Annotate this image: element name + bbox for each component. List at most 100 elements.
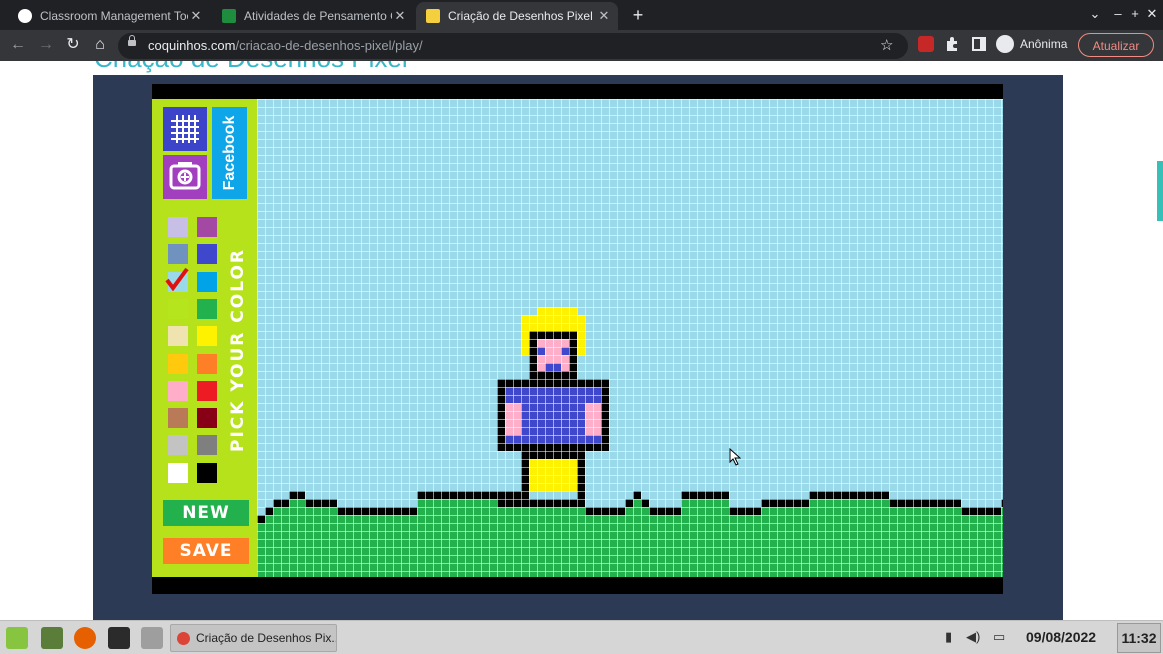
color-swatch[interactable]: [197, 380, 217, 401]
color-swatch[interactable]: [197, 462, 217, 483]
ground-outline: [497, 499, 585, 507]
color-swatch[interactable]: [168, 353, 188, 374]
ground-outline: [649, 507, 681, 515]
update-button[interactable]: Atualizar: [1078, 33, 1154, 57]
camera-icon: [169, 162, 201, 190]
grid-icon: [171, 115, 199, 143]
ground-outline: [681, 491, 729, 499]
tab-classroom-management[interactable]: Classroom Management Too ✕: [8, 2, 210, 30]
back-button[interactable]: ←: [8, 35, 28, 55]
ublock-extension-icon[interactable]: [918, 36, 934, 52]
head-outline: [529, 331, 577, 339]
color-swatch[interactable]: [168, 435, 188, 456]
ground-outline: [585, 507, 625, 515]
grass-fill: [273, 507, 289, 577]
head-outline: [569, 339, 577, 379]
leg-outline: [529, 451, 577, 459]
grass-fill: [641, 507, 649, 577]
color-swatch[interactable]: [197, 271, 217, 292]
body-outline: [497, 379, 609, 387]
tab-criacao-desenhos-pixel[interactable]: Criação de Desenhos Pixel | C ✕: [416, 2, 618, 30]
close-window-button[interactable]: ✕: [1144, 6, 1160, 22]
screenshot-button[interactable]: [163, 155, 207, 199]
clock-display[interactable]: 11:32: [1117, 623, 1161, 653]
taskbar-window-chrome[interactable]: Criação de Desenhos Pix...: [170, 624, 337, 652]
forward-button[interactable]: →: [36, 35, 56, 55]
grass-fill: [625, 507, 633, 577]
ground-outline: [305, 499, 337, 507]
facebook-share-button[interactable]: Facebook: [212, 107, 247, 199]
new-button[interactable]: NEW: [163, 500, 249, 526]
network-icon[interactable]: ▮: [945, 629, 952, 645]
taskbar-window-title: Criação de Desenhos Pix...: [196, 631, 336, 645]
url-text[interactable]: coquinhos.com/criacao-de-desenhos-pixel/…: [148, 38, 423, 53]
head-outline: [537, 371, 569, 379]
eye-pixel: [537, 347, 545, 355]
new-tab-button[interactable]: +: [628, 5, 648, 26]
color-swatch[interactable]: [168, 408, 188, 429]
tab-search-icon[interactable]: ⌄: [1087, 6, 1103, 22]
save-button[interactable]: SAVE: [163, 538, 249, 564]
page-title: Criação de Desenhos Pixel: [94, 61, 408, 74]
hair-pixels: [537, 307, 577, 315]
mint-menu-icon[interactable]: [6, 627, 28, 649]
files-icon[interactable]: [141, 627, 163, 649]
color-swatch[interactable]: [168, 462, 188, 483]
taskbar: Criação de Desenhos Pix... ▮ ◀) ▭ 09/08/…: [0, 620, 1163, 654]
grass-fill: [889, 507, 961, 577]
ground-outline: [761, 499, 809, 507]
terminal-icon[interactable]: [108, 627, 130, 649]
pants-pixels: [529, 459, 577, 491]
address-bar[interactable]: coquinhos.com/criacao-de-desenhos-pixel/…: [118, 33, 908, 59]
close-icon[interactable]: ✕: [392, 8, 408, 24]
grass-fill: [497, 507, 585, 577]
color-swatch[interactable]: [197, 298, 217, 319]
tab-atividades[interactable]: Atividades de Pensamento Co ✕: [212, 2, 414, 30]
maximize-button[interactable]: +: [1127, 6, 1143, 21]
color-swatch[interactable]: [168, 326, 188, 347]
color-swatch[interactable]: [197, 326, 217, 347]
color-swatch[interactable]: [197, 353, 217, 374]
google-icon: [18, 9, 32, 23]
grass-fill: [337, 515, 417, 577]
color-swatch[interactable]: [197, 244, 217, 265]
firefox-icon[interactable]: [74, 627, 96, 649]
grass-fill: [681, 499, 729, 577]
show-desktop-icon[interactable]: [41, 627, 63, 649]
ground-outline: [625, 499, 633, 507]
battery-icon[interactable]: ▭: [993, 629, 1005, 645]
selected-check-icon: [165, 267, 189, 291]
volume-icon[interactable]: ◀): [966, 629, 980, 645]
bookmark-star-icon[interactable]: ☆: [880, 36, 893, 54]
classroom-icon: [222, 9, 236, 23]
minimize-button[interactable]: –: [1110, 6, 1126, 21]
leg-outline: [577, 451, 585, 499]
color-swatch[interactable]: [168, 217, 188, 237]
color-swatch[interactable]: [168, 380, 188, 401]
browser-toolbar: ← → ↻ ⌂ coquinhos.com/criacao-de-desenho…: [0, 30, 1163, 61]
arm-pixels: [505, 403, 521, 435]
grass-fill: [729, 515, 761, 577]
color-swatch[interactable]: [197, 435, 217, 456]
profile-button[interactable]: Anônima: [996, 35, 1067, 53]
grass-fill: [265, 515, 273, 577]
close-icon[interactable]: ✕: [188, 8, 204, 24]
grass-fill: [417, 499, 497, 577]
mouth-pixel: [545, 363, 561, 371]
side-panel-icon[interactable]: [971, 36, 987, 52]
body-outline: [497, 387, 505, 451]
color-swatch[interactable]: [168, 298, 188, 319]
color-swatch[interactable]: [168, 244, 188, 265]
grass-fill: [761, 507, 809, 577]
extensions-puzzle-icon[interactable]: [944, 36, 960, 52]
ground-outline: [265, 507, 273, 515]
grid-toggle-button[interactable]: [163, 107, 207, 151]
mouse-cursor-icon: [729, 448, 741, 466]
home-button[interactable]: ⌂: [90, 35, 110, 55]
ground-outline: [337, 507, 417, 515]
drawing-canvas[interactable]: [257, 99, 1003, 577]
color-swatch[interactable]: [197, 217, 217, 237]
reload-button[interactable]: ↻: [63, 35, 83, 55]
color-swatch[interactable]: [197, 408, 217, 429]
close-icon[interactable]: ✕: [596, 8, 612, 24]
